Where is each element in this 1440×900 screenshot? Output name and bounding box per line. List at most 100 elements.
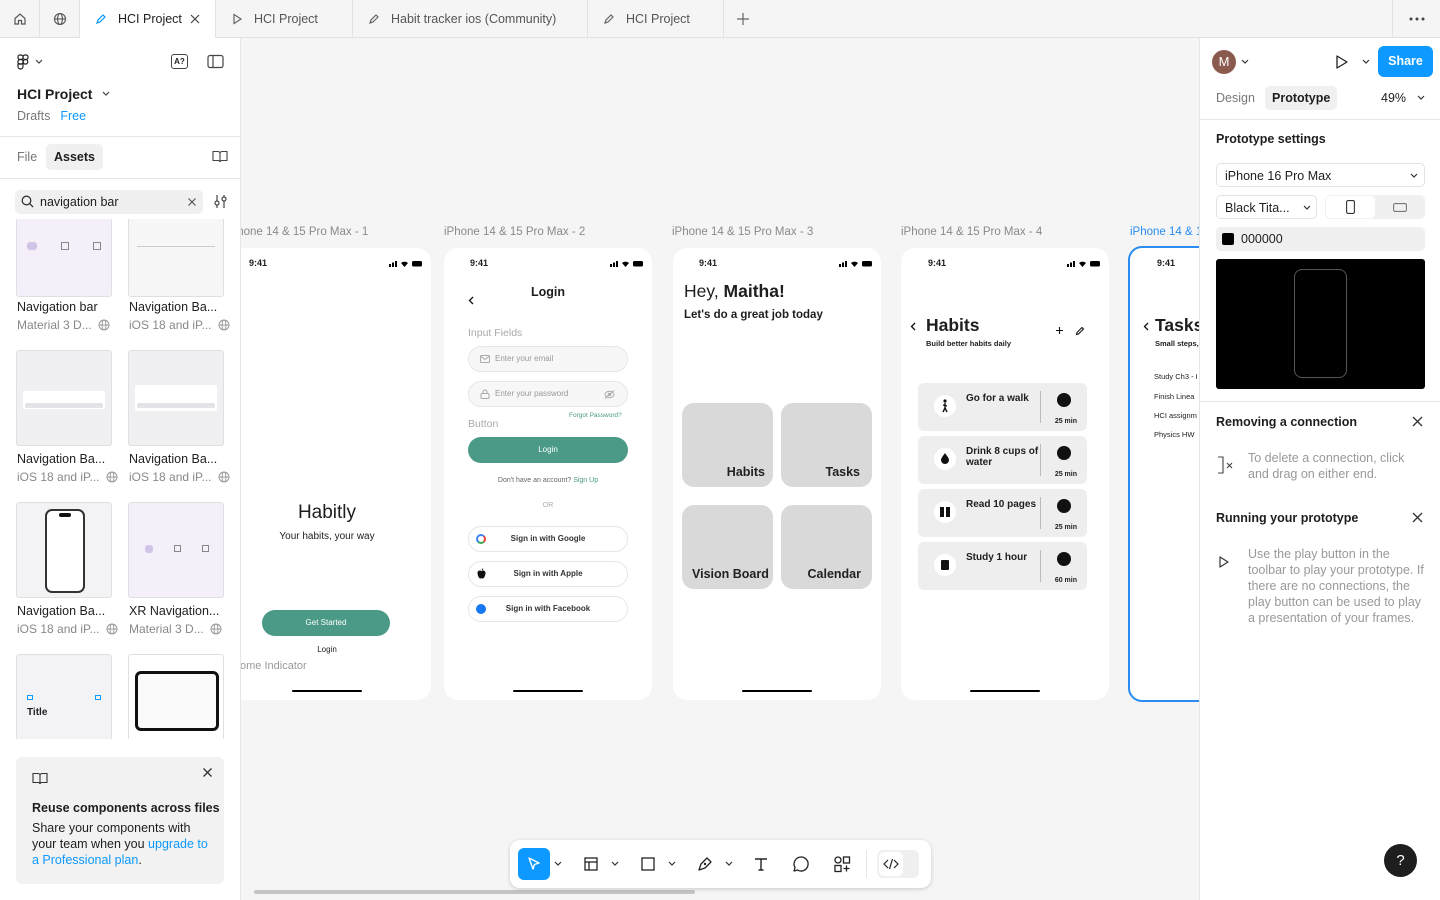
plan-badge[interactable]: Free <box>60 109 86 123</box>
frame-dashboard[interactable]: 9:41 Hey, Maitha! Let's do a great job t… <box>673 248 881 700</box>
comment-tool-button[interactable] <box>789 852 813 876</box>
forgot-password-link[interactable]: Forgot Password? <box>569 412 622 419</box>
apple-signin-button[interactable]: Sign in with Apple <box>468 561 628 587</box>
habit-card[interactable]: Study 1 hour 60 min <box>918 542 1087 590</box>
asset-thumbnail[interactable] <box>128 219 224 297</box>
tab-design[interactable]: Design <box>1216 91 1255 105</box>
drafts-link[interactable]: Drafts <box>17 109 50 123</box>
tab-file[interactable]: File <box>17 150 37 164</box>
close-icon[interactable] <box>1412 416 1423 427</box>
landscape-button[interactable] <box>1375 196 1424 218</box>
tile-tasks[interactable]: Tasks <box>781 403 872 487</box>
habit-card[interactable]: Read 10 pages 25 min <box>918 489 1087 537</box>
close-icon[interactable] <box>189 13 201 25</box>
asset-thumbnail[interactable]: Title <box>16 654 112 739</box>
shape-tool-button[interactable] <box>636 852 660 876</box>
chevron-down-icon[interactable] <box>1417 95 1425 101</box>
removing-connection-title: Removing a connection <box>1216 415 1357 429</box>
running-prototype-title: Running your prototype <box>1216 511 1359 525</box>
actions-button[interactable] <box>830 852 854 876</box>
home-tab[interactable] <box>0 0 40 38</box>
main-menu-button[interactable] <box>17 54 43 70</box>
chevron-down-icon[interactable] <box>1362 59 1370 65</box>
google-signin-button[interactable]: Sign in with Google <box>468 526 628 552</box>
tab-hci-project-active[interactable]: HCI Project <box>80 0 216 38</box>
sidebar-toggle-button[interactable] <box>207 54 224 69</box>
frame-welcome[interactable]: 9:41 Habitly Your habits, your way Get S… <box>241 248 431 700</box>
pen-tool-button[interactable] <box>693 852 717 876</box>
email-field[interactable]: Enter your email <box>468 346 628 372</box>
avatar[interactable]: M <box>1212 50 1236 74</box>
asset-thumbnail[interactable] <box>128 350 224 446</box>
frame-label[interactable]: iPhone 14 & 15 Pro Max - 2 <box>444 226 585 238</box>
library-button[interactable] <box>212 150 228 163</box>
tab-assets[interactable]: Assets <box>46 144 103 170</box>
chevron-down-icon[interactable] <box>554 861 562 867</box>
login-button[interactable]: Login <box>468 437 628 463</box>
chevron-down-icon[interactable] <box>668 861 676 867</box>
chevron-down-icon[interactable] <box>611 861 619 867</box>
asset-thumbnail[interactable] <box>16 350 112 446</box>
chevron-down-icon[interactable] <box>725 861 733 867</box>
asset-thumbnail[interactable] <box>128 654 224 739</box>
frame-login[interactable]: 9:41 Login Input Fields Enter your email… <box>444 248 652 700</box>
asset-thumbnail[interactable] <box>16 219 112 297</box>
get-started-button[interactable]: Get Started <box>262 610 390 636</box>
color-hex[interactable]: 000000 <box>1241 232 1283 246</box>
chevron-down-icon <box>1410 173 1418 178</box>
eye-off-icon[interactable] <box>604 390 615 399</box>
frame-habits[interactable]: 9:41 Habits Build better habits daily Go… <box>901 248 1109 700</box>
tab-hci-project-prototype[interactable]: HCI Project <box>216 0 353 38</box>
community-tab[interactable] <box>40 0 80 38</box>
project-title-button[interactable]: HCI Project <box>17 86 110 102</box>
search-input[interactable]: navigation bar <box>15 190 203 214</box>
tab-prototype[interactable]: Prototype <box>1265 86 1338 110</box>
study-icon <box>934 554 956 576</box>
move-tool-button[interactable] <box>518 848 550 880</box>
close-icon[interactable] <box>1412 512 1423 523</box>
frame-label[interactable]: iPhone 14 & 15 Pro Max - 4 <box>901 226 1042 238</box>
frame-label[interactable]: iPhone 14 & 15 Pro Max - 3 <box>672 226 813 238</box>
color-swatch[interactable] <box>1222 233 1234 245</box>
clear-search-icon[interactable] <box>187 197 197 207</box>
dev-mode-toggle[interactable] <box>877 850 919 878</box>
chevron-down-icon[interactable] <box>1241 59 1249 65</box>
design-file-icon <box>604 14 614 24</box>
add-habit-icon[interactable] <box>1055 326 1064 335</box>
new-tab-button[interactable] <box>736 12 750 26</box>
habit-card[interactable]: Go for a walk 25 min <box>918 383 1087 431</box>
text-tool-button[interactable] <box>749 852 773 876</box>
tab-habit-tracker[interactable]: Habit tracker ios (Community) <box>353 0 588 38</box>
portrait-button[interactable] <box>1326 196 1375 218</box>
device-select[interactable]: iPhone 16 Pro Max <box>1216 163 1425 187</box>
frame-tasks-selected[interactable]: 9:41 Tasks Small steps, Study Ch3 - I Fi… <box>1128 246 1199 702</box>
sign-up-link[interactable]: Sign Up <box>573 477 598 484</box>
more-button[interactable] <box>1392 0 1440 38</box>
tab-hci-project-2[interactable]: HCI Project <box>588 0 724 38</box>
filter-button[interactable] <box>214 194 227 209</box>
ai-assist-icon[interactable]: A? <box>171 54 188 69</box>
login-link[interactable]: Login <box>241 645 431 654</box>
back-chevron-icon[interactable] <box>910 322 916 331</box>
tile-vision-board[interactable]: Vision Board <box>682 505 773 589</box>
frame-tool-button[interactable] <box>579 852 603 876</box>
habit-card[interactable]: Drink 8 cups of water 25 min <box>918 436 1087 484</box>
tile-habits[interactable]: Habits <box>682 403 773 487</box>
close-icon[interactable] <box>202 767 213 778</box>
facebook-signin-button[interactable]: Sign in with Facebook <box>468 596 628 622</box>
horizontal-scrollbar[interactable] <box>254 890 695 894</box>
share-button[interactable]: Share <box>1378 46 1433 77</box>
asset-thumbnail[interactable] <box>16 502 112 598</box>
frame-label-selected[interactable]: iPhone 14 & 1 <box>1130 226 1199 238</box>
help-button[interactable]: ? <box>1384 844 1417 877</box>
asset-thumbnail[interactable] <box>128 502 224 598</box>
tile-calendar[interactable]: Calendar <box>781 505 872 589</box>
play-icon[interactable] <box>1335 54 1349 70</box>
zoom-level[interactable]: 49% <box>1381 91 1406 105</box>
edit-pencil-icon[interactable] <box>1075 326 1085 336</box>
model-color-select[interactable]: Black Tita... <box>1216 195 1317 219</box>
canvas[interactable]: iPhone 14 & 15 Pro Max - 1 iPhone 14 & 1… <box>241 38 1199 900</box>
frame-label[interactable]: iPhone 14 & 15 Pro Max - 1 <box>241 226 368 238</box>
back-chevron-icon[interactable] <box>1143 322 1149 331</box>
background-color-field[interactable]: 000000 <box>1216 227 1425 251</box>
